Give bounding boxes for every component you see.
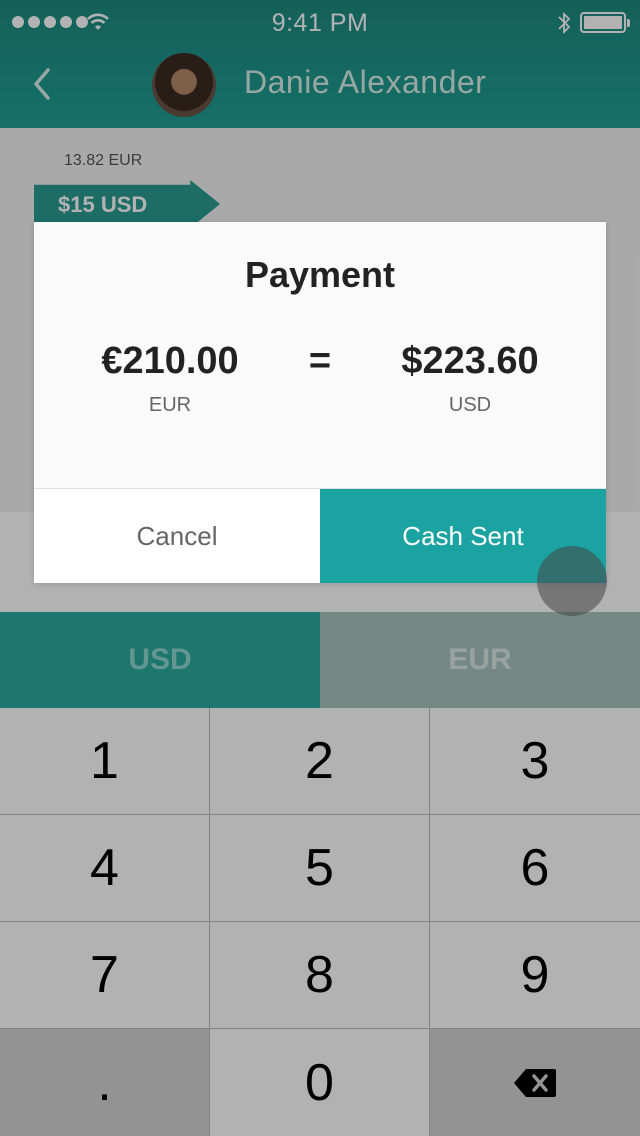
- dialog-title: Payment: [244, 254, 396, 295]
- touch-indicator: [537, 546, 607, 616]
- equals-sign: =: [308, 340, 332, 382]
- from-amount: €210.00: [101, 340, 239, 382]
- payment-dialog: Payment €210.00 = $223.60 EUR USD Cancel…: [34, 222, 606, 583]
- dialog-actions: Cancel Cash Sent: [34, 488, 606, 583]
- from-currency: EUR: [148, 394, 192, 416]
- cancel-button[interactable]: Cancel: [34, 489, 320, 583]
- to-amount: $223.60: [401, 340, 539, 382]
- to-currency: USD: [448, 394, 492, 416]
